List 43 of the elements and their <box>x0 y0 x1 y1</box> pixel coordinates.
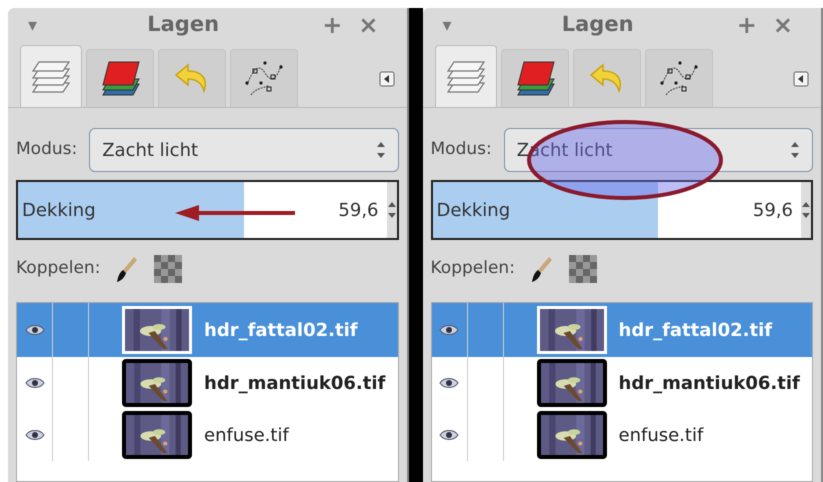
visibility-eye-icon[interactable] <box>439 429 459 441</box>
panel-title: Lagen <box>146 11 220 38</box>
layer-name: hdr_mantiuk06.tif <box>204 372 386 396</box>
mode-label: Modus: <box>430 138 492 162</box>
checkerboard-icon[interactable] <box>154 255 182 283</box>
visibility-eye-icon[interactable] <box>439 324 459 336</box>
checkerboard-icon[interactable] <box>568 255 597 283</box>
paintbrush-icon[interactable] <box>530 255 553 283</box>
mode-label: Modus: <box>16 138 78 162</box>
lock-label: Koppelen: <box>16 257 100 280</box>
opacity-slider[interactable]: Dekking 59,6 <box>16 180 398 240</box>
visibility-eye-icon[interactable] <box>24 324 44 336</box>
mode-dropdown[interactable]: Zacht licht <box>89 128 398 172</box>
layer-name: hdr_mantiuk06.tif <box>618 372 800 396</box>
paintbrush-icon[interactable] <box>116 255 138 283</box>
visibility-eye-icon[interactable] <box>24 377 44 389</box>
panel-menu-button[interactable]: ▾ <box>442 12 466 38</box>
layer-name: enfuse.tif <box>204 424 289 448</box>
layer-name: enfuse.tif <box>618 424 704 448</box>
close-button[interactable]: × <box>764 8 801 43</box>
opacity-slider[interactable]: Dekking 59,6 <box>430 180 813 240</box>
layer-row[interactable]: hdr_fattal02.tif <box>432 303 812 357</box>
dock-tab[interactable] <box>20 45 82 107</box>
dock-tab[interactable] <box>644 49 712 107</box>
tab-menu-icon[interactable] <box>793 71 809 87</box>
dock-tab[interactable] <box>86 49 154 107</box>
layer-row[interactable]: hdr_fattal02.tif <box>17 303 398 357</box>
layer-name: hdr_fattal02.tif <box>618 318 772 342</box>
lock-label: Koppelen: <box>430 257 515 280</box>
add-tab-button[interactable]: + <box>314 8 350 43</box>
panel-title: Lagen <box>560 11 635 38</box>
dock-tab[interactable] <box>230 49 298 107</box>
visibility-eye-icon[interactable] <box>439 377 459 389</box>
dock-tab[interactable] <box>434 45 496 107</box>
tab-menu-icon[interactable] <box>378 71 394 87</box>
panel-menu-button[interactable]: ▾ <box>28 12 52 38</box>
close-button[interactable]: × <box>350 8 386 43</box>
layers-icon <box>446 58 486 94</box>
dock-tab[interactable] <box>500 49 568 107</box>
layer-name: hdr_fattal02.tif <box>204 318 358 342</box>
add-tab-button[interactable]: + <box>728 8 765 43</box>
layers-icon <box>31 58 71 94</box>
visibility-eye-icon[interactable] <box>24 429 44 441</box>
